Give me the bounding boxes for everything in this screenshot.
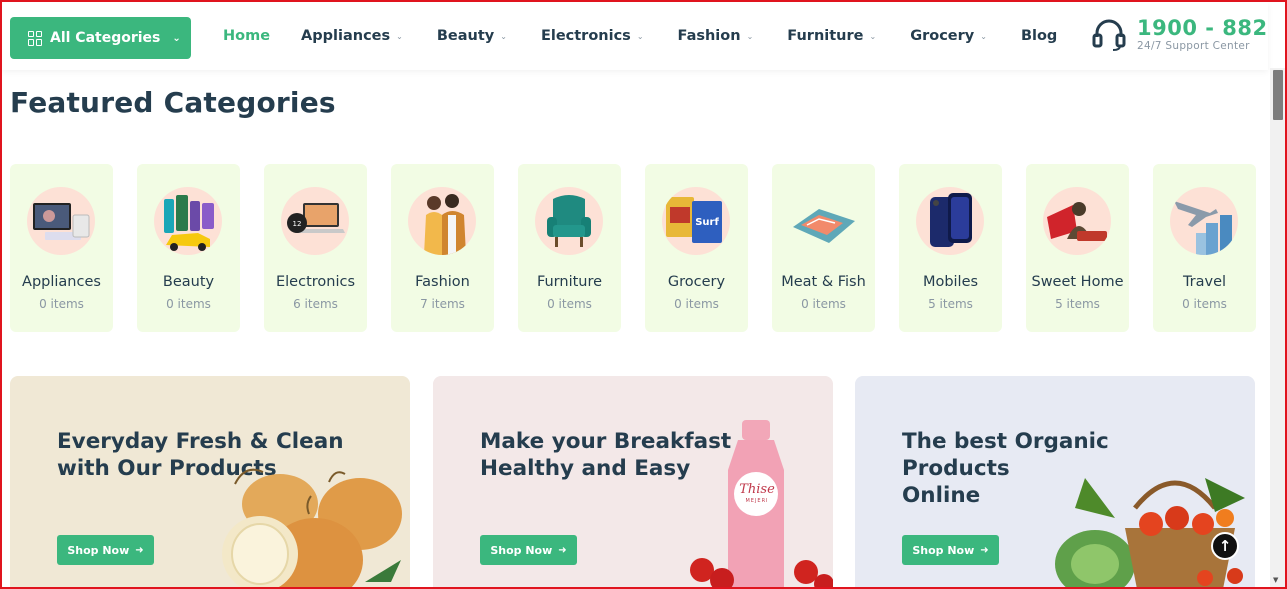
category-name: Furniture [536,274,603,290]
category-count: 5 items [928,297,973,311]
nav-fashion-label: Fashion [677,28,741,44]
couple-icon [408,187,476,255]
page-scrollbar[interactable]: ▼ [1270,68,1285,587]
category-card-appliances[interactable]: Appliances 0 items [10,164,113,332]
tv-icon [27,187,95,255]
category-count: 0 items [801,297,846,311]
cosmetics-icon [154,187,222,255]
airplane-icon [1170,187,1238,255]
fish-icon [789,187,857,255]
chevron-down-icon: ⌄ [396,31,403,41]
category-name: Electronics [275,274,356,290]
arrow-right-icon: ➜ [558,544,567,556]
nav-blog-label: Blog [1020,28,1058,44]
nav-furniture-label: Furniture [787,28,864,44]
category-card-beauty[interactable]: Beauty 0 items [137,164,240,332]
arrow-up-icon: ↑ [1218,537,1232,555]
onion-illustration [222,468,402,589]
nav-electronics-label: Electronics [540,28,631,44]
svg-text:12: 12 [293,220,302,228]
chevron-down-icon: ⌄ [636,31,644,41]
vegetable-basket-illustration [1055,478,1245,589]
category-name: Fashion [415,274,470,290]
category-count: 0 items [674,297,719,311]
category-name: Travel [1182,274,1227,290]
promo-banner-organic: The best Organic Products Online Shop No… [855,376,1255,589]
chevron-down-icon: ⌄ [746,31,754,41]
nav-home-label: Home [223,28,271,44]
shop-now-button[interactable]: Shop Now ➜ [902,535,999,565]
category-card-furniture[interactable]: Furniture 0 items [518,164,621,332]
support-number[interactable]: 1900 - 882 [1137,16,1268,40]
all-categories-button[interactable]: All Categories ⌄ [10,17,191,59]
main-nav: Home Appliances ⌄ Beauty ⌄ Electronics ⌄ Fa… [223,2,1057,70]
nav-beauty[interactable]: Beauty ⌄ [437,28,507,44]
category-card-mobiles[interactable]: Mobiles 5 items [899,164,1002,332]
armchair-icon [535,187,603,255]
category-count: 0 items [166,297,211,311]
nav-appliances[interactable]: Appliances ⌄ [301,28,403,44]
category-count: 5 items [1055,297,1100,311]
category-count: 0 items [1182,297,1227,311]
category-name: Sweet Home [1031,274,1124,290]
scroll-down-arrow-icon[interactable]: ▼ [1273,576,1278,584]
all-categories-label: All Categories [50,30,161,46]
nav-grocery[interactable]: Grocery ⌄ [910,28,987,44]
banner-title-line1: Everyday Fresh & Clean [57,429,344,454]
nav-blog[interactable]: Blog [1021,28,1057,44]
bottle-brand-sub: MEJERI [745,498,769,504]
shop-now-label: Shop Now [490,543,553,557]
scrollbar-thumb[interactable] [1273,70,1283,120]
milk-bottle-illustration [690,420,833,589]
chevron-down-icon: ⌄ [172,32,181,44]
category-card-grocery[interactable]: Surf Grocery 0 items [645,164,748,332]
category-name: Beauty [162,274,215,290]
category-name: Meat & Fish [781,274,866,290]
svg-text:Surf: Surf [695,217,719,228]
chevron-down-icon: ⌄ [500,31,507,41]
promo-banner-breakfast: Make your Breakfast Healthy and Easy Thi… [433,376,833,589]
grocery-icon: Surf [662,187,730,255]
headset-icon [1092,19,1126,51]
laptop-icon: 12 [281,187,349,255]
header-bar: All Categories ⌄ Home Appliances ⌄ Beauty… [2,2,1268,70]
nav-grocery-label: Grocery [910,28,975,44]
nav-electronics[interactable]: Electronics ⌄ [541,28,644,44]
home-decor-icon [1043,187,1111,255]
category-card-sweet-home[interactable]: Sweet Home 5 items [1026,164,1129,332]
category-name: Appliances [22,274,101,290]
category-card-meat-fish[interactable]: Meat & Fish 0 items [772,164,875,332]
scroll-to-top-button[interactable]: ↑ [1211,532,1239,560]
arrow-right-icon: ➜ [980,544,989,556]
phone-icon [916,187,984,255]
arrow-right-icon: ➜ [135,544,144,556]
shop-now-button[interactable]: Shop Now ➜ [57,535,154,565]
bottle-brand: Thise [739,482,775,497]
category-name: Mobiles [922,274,979,290]
shop-now-label: Shop Now [67,543,130,557]
chevron-down-icon: ⌄ [869,31,877,41]
support-label: 24/7 Support Center [1137,40,1250,52]
chevron-down-icon: ⌄ [980,31,987,41]
support-contact: 1900 - 882 24/7 Support Center [1091,16,1268,52]
category-card-travel[interactable]: Travel 0 items [1153,164,1256,332]
category-count: 6 items [293,297,338,311]
shop-now-button[interactable]: Shop Now ➜ [480,535,577,565]
grid-icon [28,30,43,46]
category-card-electronics[interactable]: 12 Electronics 6 items [264,164,367,332]
nav-beauty-label: Beauty [436,28,495,44]
nav-home[interactable]: Home [223,28,270,44]
section-title: Featured Categories [10,86,336,119]
promo-banner-fresh: Everyday Fresh & Clean with Our Products… [10,376,410,589]
shop-now-label: Shop Now [912,543,975,557]
category-count: 7 items [420,297,465,311]
category-name: Grocery [667,274,726,290]
nav-appliances-label: Appliances [301,28,391,44]
category-count: 0 items [39,297,84,311]
category-count: 0 items [547,297,592,311]
nav-furniture[interactable]: Furniture ⌄ [787,28,876,44]
nav-fashion[interactable]: Fashion ⌄ [678,28,754,44]
category-card-fashion[interactable]: Fashion 7 items [391,164,494,332]
